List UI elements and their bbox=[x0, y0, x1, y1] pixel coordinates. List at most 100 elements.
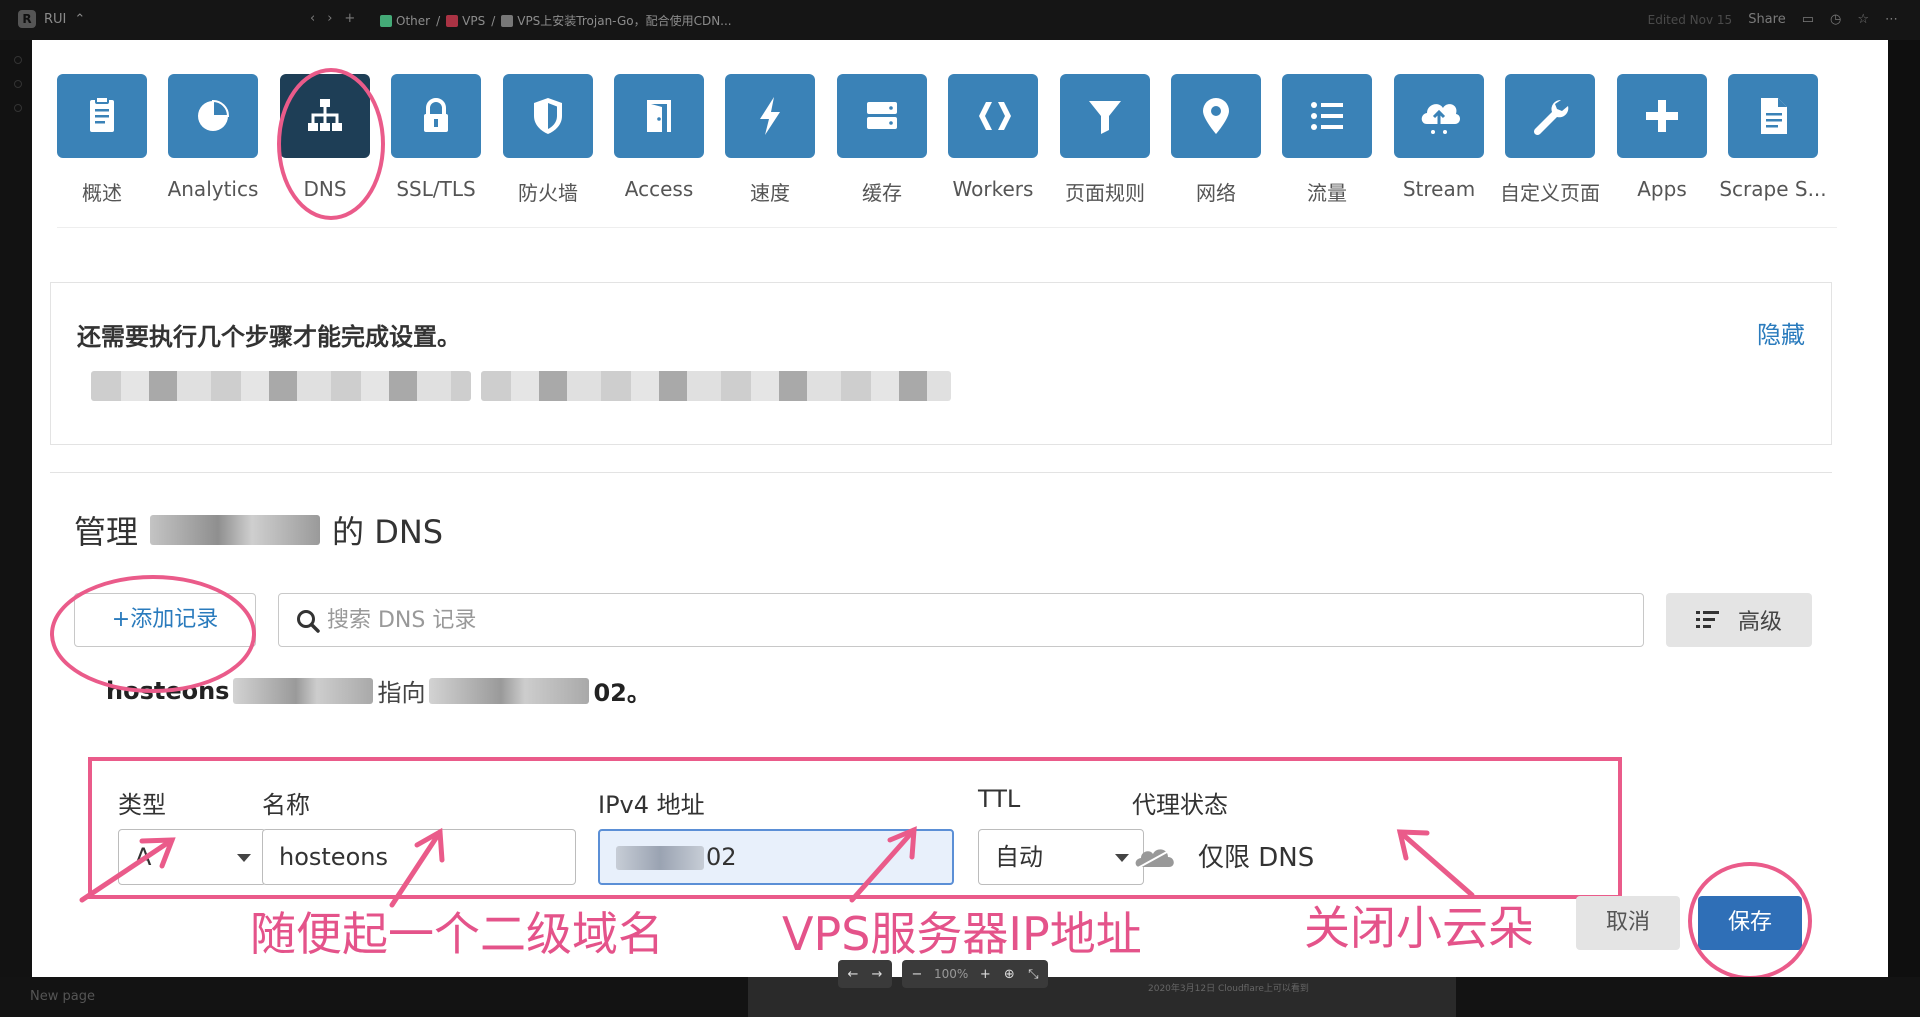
blurred-domain bbox=[233, 677, 374, 704]
advanced-button[interactable]: 高级 bbox=[1666, 593, 1812, 647]
nav-tile-button[interactable] bbox=[1171, 74, 1261, 158]
nav-tile-button[interactable] bbox=[57, 74, 147, 158]
annotation-cloud-off: 关闭小云朵 bbox=[1304, 901, 1534, 955]
nav-tile-label: Apps bbox=[1637, 177, 1687, 201]
settings-icon[interactable] bbox=[14, 104, 22, 112]
workspace-name: RUI bbox=[44, 11, 67, 27]
updates-icon[interactable] bbox=[14, 80, 22, 88]
comment-icon[interactable]: ▭ bbox=[1802, 12, 1814, 27]
plus-icon bbox=[1646, 100, 1678, 132]
page-icon bbox=[501, 15, 514, 27]
back-icon[interactable]: ‹ bbox=[310, 11, 315, 26]
setup-steps-card: 还需要执行几个步骤才能完成设置。 隐藏 bbox=[50, 282, 1832, 445]
breadcrumb-separator: / bbox=[436, 13, 441, 28]
ttl-label: TTL bbox=[978, 785, 1021, 813]
lightning-icon bbox=[760, 97, 780, 135]
dns-title-prefix: 管理 bbox=[74, 513, 139, 551]
nav-tile-button[interactable] bbox=[391, 74, 481, 158]
nav-tile-button[interactable] bbox=[725, 74, 815, 158]
edited-timestamp: Edited Nov 15 bbox=[1647, 12, 1733, 27]
image-viewer-toolbar: ← → − 100% + ⊕ ⤡ bbox=[838, 960, 1049, 988]
cancel-button[interactable]: 取消 bbox=[1576, 896, 1680, 950]
breadcrumb-item-current[interactable]: VPS上安装Trojan-Go，配合使用CDN... bbox=[501, 12, 732, 29]
nav-tile-button[interactable] bbox=[280, 74, 370, 158]
clipboard-icon bbox=[90, 96, 114, 132]
type-select[interactable]: A bbox=[118, 829, 266, 885]
ttl-select[interactable]: 自动 bbox=[978, 829, 1144, 885]
dns-title: 管理 的 DNS bbox=[74, 507, 443, 553]
new-page-button[interactable]: New page bbox=[30, 989, 95, 1004]
history-nav: ‹ › + bbox=[310, 11, 355, 26]
nav-tile-button[interactable] bbox=[1394, 74, 1484, 158]
nav-tile-button[interactable] bbox=[1617, 74, 1707, 158]
nav-tile-label: Stream bbox=[1402, 177, 1476, 201]
zoom-out-button[interactable]: − bbox=[910, 967, 924, 982]
history-icon[interactable]: ◷ bbox=[1830, 12, 1841, 27]
page-icon bbox=[446, 14, 459, 27]
nav-tile-label: 概述 bbox=[82, 181, 122, 205]
ttl-value: 自动 bbox=[995, 843, 1043, 871]
nav-tile-label: Scrape S... bbox=[1719, 177, 1827, 201]
dns-title-suffix: 的 DNS bbox=[332, 513, 444, 551]
location-pin-icon bbox=[1203, 98, 1229, 134]
wrench-icon bbox=[1533, 99, 1569, 136]
blurred-ip bbox=[429, 677, 590, 704]
viewer-nav-group: ← → bbox=[838, 960, 892, 988]
blurred-text bbox=[91, 371, 471, 401]
name-label: 名称 bbox=[262, 791, 310, 819]
nav-tile-button[interactable] bbox=[1728, 74, 1818, 158]
nav-tile-label: 速度 bbox=[750, 181, 790, 205]
star-icon[interactable]: ☆ bbox=[1857, 12, 1869, 27]
nav-tile-button[interactable] bbox=[948, 74, 1038, 158]
add-record-button[interactable]: +添加记录 bbox=[74, 593, 256, 647]
type-value: A bbox=[135, 843, 152, 871]
proxy-value: 仅限 DNS bbox=[1198, 843, 1315, 873]
breadcrumb-label: Other bbox=[396, 13, 431, 28]
lock-icon bbox=[424, 98, 448, 132]
nav-tile-button[interactable] bbox=[837, 74, 927, 158]
door-icon bbox=[647, 100, 671, 132]
reset-zoom-icon[interactable]: ⊕ bbox=[1002, 967, 1016, 982]
previous-image-button[interactable]: ← bbox=[846, 967, 860, 982]
collapse-icon[interactable]: ⤡ bbox=[1026, 967, 1040, 982]
nav-tile-button[interactable] bbox=[1505, 74, 1595, 158]
filter-icon bbox=[1089, 101, 1121, 134]
ipv4-label: IPv4 地址 bbox=[598, 791, 705, 819]
workers-icon bbox=[979, 102, 1011, 130]
nav-tile-button[interactable] bbox=[614, 74, 704, 158]
more-icon[interactable]: ⋯ bbox=[1885, 12, 1898, 27]
search-icon bbox=[297, 610, 320, 633]
nav-tile-button[interactable] bbox=[503, 74, 593, 158]
nav-tile-label: Analytics bbox=[167, 177, 259, 201]
next-image-button[interactable]: → bbox=[870, 967, 884, 982]
cloudflare-nav-row: 概述 Analytics DNS SSL/TLS 防火墙 Access 速度 缓存 Worker… bbox=[57, 74, 1857, 274]
server-icon bbox=[867, 102, 897, 129]
breadcrumb-item-other[interactable]: Other bbox=[380, 14, 430, 28]
nav-tile-label: 网络 bbox=[1196, 181, 1236, 205]
nav-tile-button[interactable] bbox=[1060, 74, 1150, 158]
add-icon[interactable]: + bbox=[344, 11, 355, 26]
topbar-actions: Edited Nov 15 Share ▭ ◷ ☆ ⋯ bbox=[1648, 12, 1898, 27]
chevron-updown-icon: ⌃ bbox=[74, 11, 86, 27]
save-button[interactable]: 保存 bbox=[1698, 896, 1802, 950]
dns-search-input[interactable] bbox=[327, 602, 1627, 638]
zoom-in-button[interactable]: + bbox=[978, 967, 992, 982]
proxy-toggle[interactable]: 仅限 DNS bbox=[1132, 837, 1314, 874]
screenshot-image: 概述 Analytics DNS SSL/TLS 防火墙 Access 速度 缓存 Worker… bbox=[32, 40, 1888, 977]
ipv4-input[interactable]: 02 bbox=[598, 829, 954, 885]
nav-tile-button[interactable] bbox=[168, 74, 258, 158]
workspace-switcher[interactable]: R RUI ⌃ bbox=[18, 10, 85, 28]
hide-link[interactable]: 隐藏 bbox=[1757, 315, 1805, 350]
breadcrumb-item-vps[interactable]: VPS bbox=[446, 14, 485, 28]
shield-icon bbox=[534, 98, 562, 134]
nav-tile-button[interactable] bbox=[1282, 74, 1372, 158]
blurred-text bbox=[481, 371, 951, 401]
document-icon bbox=[1761, 98, 1787, 134]
search-icon[interactable] bbox=[14, 56, 22, 64]
nav-tile-label: Access bbox=[624, 177, 694, 201]
name-input[interactable]: hosteons bbox=[262, 829, 576, 885]
share-button[interactable]: Share bbox=[1748, 12, 1786, 27]
advanced-label: 高级 bbox=[1737, 610, 1782, 635]
dns-search-box[interactable] bbox=[278, 593, 1644, 647]
forward-icon[interactable]: › bbox=[327, 11, 332, 26]
